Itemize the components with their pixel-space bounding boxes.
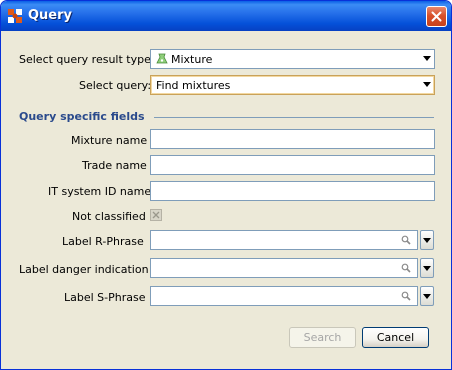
result-type-value: Mixture [171,53,213,66]
trade-name-label: Trade name [82,159,147,172]
search-icon[interactable] [401,291,411,301]
search-button[interactable]: Search [289,327,356,348]
mixture-name-label: Mixture name [71,134,148,147]
label-r-phrase-dropdown-button[interactable] [420,230,434,250]
disabled-check-icon [152,211,160,219]
chevron-down-icon [423,56,431,61]
chevron-down-icon [423,266,431,271]
it-system-id-field[interactable] [150,181,435,201]
label-s-phrase-field[interactable] [150,286,418,306]
search-icon[interactable] [401,263,411,273]
query-dialog: Query Select query result type: Mixture … [0,0,452,370]
app-puzzle-icon [8,9,22,23]
label-danger-label: Label danger indication [19,263,149,276]
chevron-down-icon [423,294,431,299]
title-bar[interactable]: Query [1,1,451,31]
trade-name-field[interactable] [150,155,435,175]
result-type-label: Select query result type: [19,53,155,66]
mixture-name-field[interactable] [150,129,435,149]
query-combo[interactable]: Find mixtures [150,75,435,95]
query-label: Select query: [79,79,152,92]
query-value: Find mixtures [156,79,231,92]
chevron-down-icon [423,82,431,87]
chevron-down-icon [423,238,431,243]
mixture-icon [156,53,168,64]
result-type-combo[interactable]: Mixture [150,49,435,69]
not-classified-checkbox[interactable] [150,209,162,221]
label-s-phrase-dropdown-button[interactable] [420,286,434,306]
section-divider [154,117,434,118]
dialog-body: Select query result type: Mixture Select… [4,31,448,367]
it-system-id-label: IT system ID name [48,185,152,198]
label-danger-dropdown-button[interactable] [420,258,434,278]
close-icon [431,11,442,22]
label-r-phrase-label: Label R-Phrase [62,235,144,248]
search-icon[interactable] [401,235,411,245]
not-classified-label: Not classified [72,210,146,223]
label-danger-field[interactable] [150,258,418,278]
label-s-phrase-label: Label S-Phrase [64,291,146,304]
label-r-phrase-field[interactable] [150,230,418,250]
window-title: Query [28,8,73,23]
section-title: Query specific fields [19,110,145,123]
close-button[interactable] [426,6,447,27]
cancel-button[interactable]: Cancel [362,327,429,348]
